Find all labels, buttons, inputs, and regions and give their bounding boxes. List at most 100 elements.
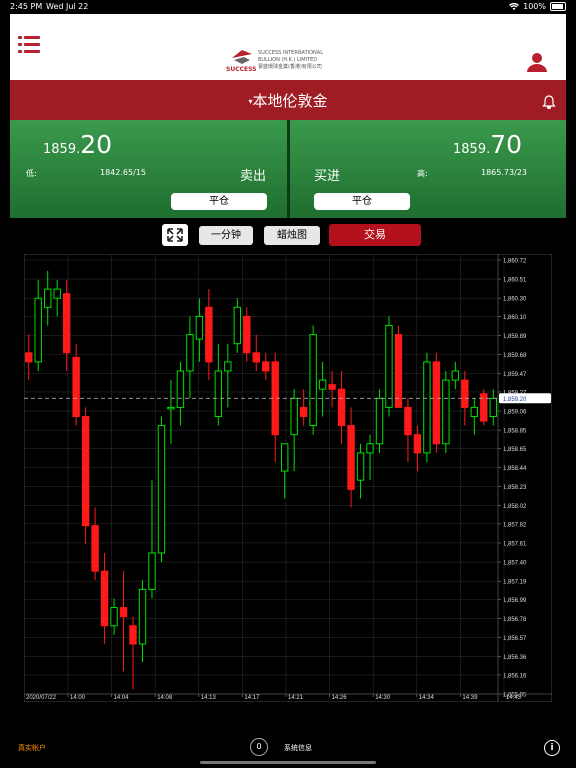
instrument-name: 本地伦敦金 xyxy=(252,92,328,110)
candle-body xyxy=(25,352,33,363)
system-message[interactable]: 系统信息 xyxy=(284,743,312,753)
expand-button[interactable] xyxy=(162,224,188,246)
instrument-title-bar: ▾本地伦敦金 xyxy=(10,80,566,120)
candle-body xyxy=(119,607,128,618)
candle-body xyxy=(91,525,99,572)
x-tick-label: 14:17 xyxy=(244,695,260,701)
chart-background xyxy=(23,253,553,703)
candle-body xyxy=(138,588,147,645)
candle-body xyxy=(72,356,80,417)
x-tick-label: 14:39 xyxy=(462,695,478,701)
chart-svg[interactable]: 1,860.72 1,860.51 1,860.30 1,860.10 1,859.89… xyxy=(23,253,553,703)
candle-body xyxy=(281,443,289,472)
y-tick-label: 1,859.06 xyxy=(503,410,527,416)
x-tick-label: 14:21 xyxy=(288,695,304,701)
x-tick-label: 14:00 xyxy=(70,695,86,701)
candle-body xyxy=(148,552,156,590)
candle-body xyxy=(413,434,422,454)
status-right: 100% xyxy=(509,2,566,11)
low-label: 低: xyxy=(26,169,37,178)
expand-icon xyxy=(167,228,183,242)
candle-body xyxy=(299,406,308,417)
candle-body xyxy=(375,397,384,445)
candle-body xyxy=(157,425,166,554)
y-tick-label: 1,857.40 xyxy=(503,561,527,567)
candle-body xyxy=(290,397,298,436)
x-tick-label: 14:13 xyxy=(201,695,217,701)
y-tick-label: 1,856.16 xyxy=(503,673,527,679)
x-tick-label: 2020/07/22 xyxy=(26,695,57,701)
candle-body xyxy=(328,384,336,390)
y-tick-label: 1,858.23 xyxy=(503,485,527,491)
logo-word: SUCCESS xyxy=(226,66,257,73)
candle-body xyxy=(186,334,194,372)
x-tick-label: 14:34 xyxy=(419,695,435,701)
y-tick-label: 1,859.68 xyxy=(503,353,527,359)
interval-button[interactable]: 一分钟 xyxy=(199,226,253,245)
y-tick-label: 1,860.10 xyxy=(503,315,527,321)
y-tick-label: 1,859.89 xyxy=(503,334,527,340)
y-tick-label: 1,860.30 xyxy=(503,297,527,303)
candle-body xyxy=(167,406,175,410)
candle-body xyxy=(81,415,90,527)
status-time: 2:45 PM xyxy=(10,2,43,11)
candle-body xyxy=(356,452,365,481)
candle-body xyxy=(44,288,52,308)
candlestick-chart[interactable]: 1,860.72 1,860.51 1,860.30 1,860.10 1,859.89… xyxy=(23,253,553,703)
logo-en-line2: BULLION (H.K.) LIMITED xyxy=(258,57,318,63)
candle-body xyxy=(176,370,185,408)
chart-type-button[interactable]: 蜡烛图 xyxy=(264,226,320,245)
candle-body xyxy=(451,370,460,381)
candle-body xyxy=(394,334,403,408)
account-type[interactable]: 真实帐户 xyxy=(18,743,46,753)
candle-body xyxy=(62,293,71,354)
y-tick-label: 1,860.51 xyxy=(503,278,527,284)
buy-label: 买进 xyxy=(314,169,341,184)
sell-price: 1859.20 xyxy=(43,130,112,159)
candle-body xyxy=(252,352,260,363)
candle-body xyxy=(461,379,469,408)
instrument-selector[interactable]: ▾本地伦敦金 xyxy=(10,90,566,111)
y-tick-label: 1,856.78 xyxy=(503,617,527,623)
candle-body xyxy=(214,370,223,417)
sell-close-button[interactable]: 平仓 xyxy=(171,193,267,210)
candle-body xyxy=(233,306,242,345)
sell-label: 卖出 xyxy=(240,169,267,184)
y-tick-label: 1,857.61 xyxy=(503,541,527,547)
home-indicator xyxy=(200,761,376,764)
candle-body xyxy=(489,397,497,417)
current-price-label: 1,859.20 xyxy=(503,397,527,403)
user-icon[interactable] xyxy=(527,52,547,72)
message-count-badge[interactable]: 0 xyxy=(250,738,268,756)
logo-text: SUCCESS INTERNATIONAL BULLION (H.K.) LIM… xyxy=(258,50,323,71)
candle-body xyxy=(110,607,118,627)
logo-cn-line: 寰盛環球金業(香港)有限公司 xyxy=(258,64,322,70)
candle-body xyxy=(53,288,61,299)
candle-body xyxy=(480,393,488,422)
battery-percent: 100% xyxy=(523,2,546,11)
info-icon[interactable]: i xyxy=(544,740,560,756)
candle-body xyxy=(347,425,355,490)
y-tick-label: 1,859.47 xyxy=(503,372,527,378)
buy-close-button[interactable]: 平仓 xyxy=(314,193,410,210)
candle-body xyxy=(100,570,109,627)
high-range: 1865.73/23 xyxy=(481,168,527,177)
candle-body xyxy=(243,315,251,354)
candle-body xyxy=(385,325,393,408)
candle-body xyxy=(224,361,232,372)
trade-button[interactable]: 交易 xyxy=(329,224,421,246)
status-date: Wed Jul 22 xyxy=(46,2,89,11)
y-tick-label: 1,856.36 xyxy=(503,655,527,661)
sell-price-small: 1859. xyxy=(43,142,81,157)
y-tick-label: 1,858.44 xyxy=(503,466,527,472)
y-tick-label: 1,856.57 xyxy=(503,636,527,642)
menu-icon[interactable] xyxy=(18,36,40,54)
bell-icon[interactable] xyxy=(542,95,556,109)
candle-body xyxy=(423,361,431,454)
candle-body xyxy=(337,388,346,427)
x-tick-label: 14:04 xyxy=(114,695,130,701)
candle-body xyxy=(129,625,137,645)
y-tick-label: 1,858.65 xyxy=(503,447,527,453)
buy-price: 1859.70 xyxy=(453,130,522,159)
battery-icon xyxy=(550,2,566,11)
